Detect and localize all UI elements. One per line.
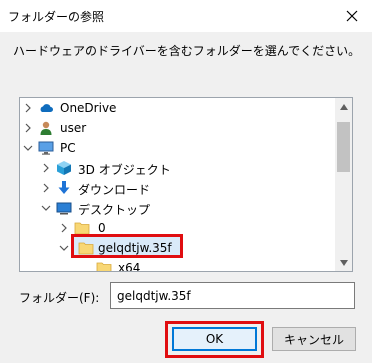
tree-item-label: PC (60, 141, 76, 155)
tree-item-label: デスクトップ (78, 203, 151, 217)
tree-item-user[interactable]: user (20, 118, 336, 138)
vertical-scrollbar[interactable] (335, 98, 352, 271)
tree-item-pc[interactable]: PC (20, 138, 336, 158)
folder-icon (96, 262, 112, 271)
tree-item-label: 0 (98, 221, 106, 235)
chevron-right-icon[interactable] (22, 122, 34, 134)
chevron-right-icon[interactable] (22, 102, 34, 114)
tree-item-desktop[interactable]: デスクトップ (20, 198, 336, 218)
tree-item-label: gelqdtjw.35f (98, 241, 172, 255)
tree-item-3d-objects[interactable]: 3D オブジェクト (20, 158, 336, 178)
folder-field-label: フォルダー(F): (19, 291, 100, 305)
tree-item-onedrive[interactable]: OneDrive (20, 98, 336, 118)
scroll-up-button[interactable] (335, 98, 352, 115)
folder-tree[interactable]: OneDrive user PC 3D オブジェクト ダウンロード デスクトップ… (19, 97, 353, 272)
tree-item-label: x64 (118, 261, 141, 272)
dialog-title: フォルダーの参照 (8, 10, 105, 24)
pc-icon (38, 141, 54, 155)
chevron-up-icon (339, 103, 348, 110)
chevron-down-icon[interactable] (22, 142, 34, 154)
tree-item-x64[interactable]: x64 (20, 258, 336, 272)
tree-item-label: ダウンロード (78, 183, 151, 197)
chevron-down-icon[interactable] (40, 202, 52, 214)
tree-item-label: user (60, 121, 87, 135)
chevron-right-icon[interactable] (58, 222, 70, 234)
chevron-down-icon[interactable] (58, 242, 70, 254)
chevron-right-icon[interactable] (40, 162, 52, 174)
title-bar: フォルダーの参照 (0, 0, 372, 32)
chevron-right-icon[interactable] (40, 182, 52, 194)
tree-item-gelqdtjw[interactable]: gelqdtjw.35f (20, 238, 336, 258)
tree-item-label: OneDrive (60, 101, 117, 115)
close-button[interactable] (332, 0, 372, 32)
instruction-text: ハードウェアのドライバーを含むフォルダーを選んでください。 (13, 44, 361, 58)
cancel-button[interactable]: キャンセル (272, 327, 356, 351)
browse-folder-dialog: フォルダーの参照 ハードウェアのドライバーを含むフォルダーを選んでください。 O… (0, 0, 372, 363)
scroll-down-button[interactable] (335, 254, 352, 271)
tree-item-downloads[interactable]: ダウンロード (20, 178, 336, 198)
ok-button[interactable]: OK (172, 327, 257, 351)
close-icon (346, 10, 358, 22)
user-icon (40, 121, 52, 135)
scroll-thumb[interactable] (337, 122, 350, 172)
tree-item-label: 3D オブジェクト (78, 163, 171, 177)
folder-icon (78, 242, 94, 255)
folder-input[interactable] (110, 282, 355, 309)
desktop-icon (56, 202, 72, 215)
download-icon (58, 181, 70, 194)
3d-objects-icon (57, 161, 71, 175)
cloud-icon (40, 104, 53, 112)
chevron-down-icon (339, 259, 348, 266)
